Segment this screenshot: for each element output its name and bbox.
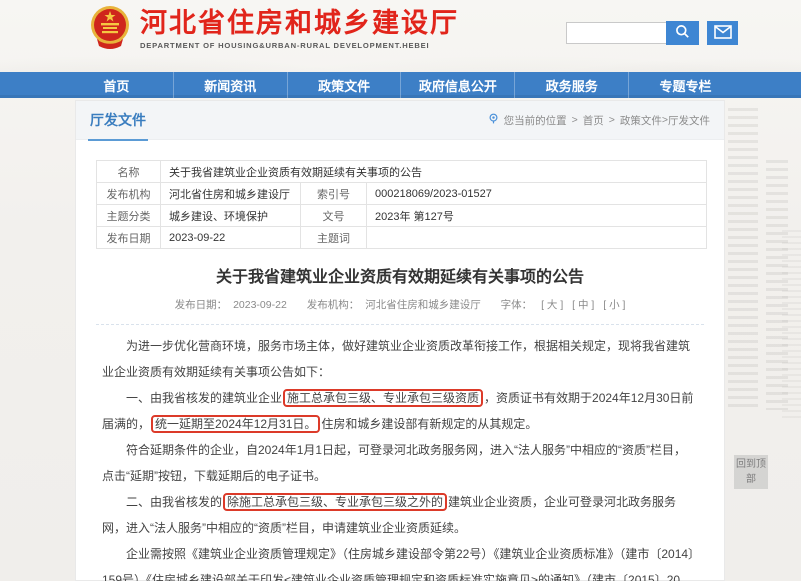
breadcrumb-location-label: 您当前的位置	[504, 113, 567, 128]
site-subtitle: DEPARTMENT OF HOUSING&URBAN-RURAL DEVELO…	[140, 41, 459, 50]
site-header: 河北省住房和城乡建设厅 DEPARTMENT OF HOUSING&URBAN-…	[0, 0, 801, 72]
main-nav: 首页 新闻资讯 政策文件 政府信息公开 政务服务 专题专栏	[0, 72, 801, 98]
doc-number-label: 文号	[301, 205, 367, 227]
red-highlight-box: 除施工总承包三级、专业承包三级之外的	[223, 493, 447, 511]
article-paragraph: 二、由我省核发的除施工总承包三级、专业承包三级之外的建筑业企业资质，企业可登录河…	[102, 489, 698, 541]
doc-index-label: 索引号	[301, 183, 367, 205]
nav-item-news[interactable]: 新闻资讯	[173, 72, 287, 98]
doc-keyword-label: 主题词	[301, 227, 367, 249]
breadcrumb-section-link[interactable]: 政策文件	[620, 113, 662, 128]
search-input[interactable]	[566, 22, 666, 44]
table-row: 主题分类 城乡建设、环境保护 文号 2023年 第127号	[97, 205, 707, 227]
table-row: 发布日期 2023-09-22 主题词	[97, 227, 707, 249]
doc-category-label: 主题分类	[97, 205, 161, 227]
content-panel: 厅发文件 您当前的位置 > 首页 > 政策文件 > 厅发文件	[75, 100, 725, 581]
red-highlight-box: 施工总承包三级、专业承包三级资质	[283, 389, 483, 407]
paragraph-text: 为进一步优化营商环境，服务市场主体，做好建筑业企业资质改革衔接工作，根据相关规定…	[102, 339, 690, 379]
nav-item-topics[interactable]: 专题专栏	[628, 72, 742, 98]
search-icon	[675, 24, 690, 42]
site-title: 河北省住房和城乡建设厅	[140, 8, 459, 38]
national-emblem-logo[interactable]	[88, 3, 132, 51]
paragraph-text: 符合延期条件的企业，自2024年1月1日起，可登录河北政务服务网，进入“法人服务…	[102, 443, 686, 483]
tab-department-documents[interactable]: 厅发文件	[90, 110, 146, 130]
meta-publisher: 河北省住房和城乡建设厅	[365, 299, 481, 311]
document-meta-table: 名称 关于我省建筑业企业资质有效期延续有关事项的公告 发布机构 河北省住房和城乡…	[96, 160, 707, 249]
background-skyline-texture	[722, 100, 801, 482]
breadcrumb-bar: 厅发文件 您当前的位置 > 首页 > 政策文件 > 厅发文件	[76, 101, 724, 140]
article-paragraph: 企业需按照《建筑业企业资质管理规定》（住房城乡建设部令第22号）《建筑业企业资质…	[102, 541, 698, 581]
font-size-medium-button[interactable]: [ 中 ]	[572, 299, 594, 311]
meta-date: 2023-09-22	[233, 299, 287, 311]
font-size-large-button[interactable]: [ 大 ]	[541, 299, 563, 311]
breadcrumb-current[interactable]: 厅发文件	[668, 113, 710, 128]
breadcrumb-home-link[interactable]: 首页	[583, 113, 604, 128]
back-to-top-button[interactable]: 回到顶部	[734, 455, 768, 489]
doc-keyword-value	[367, 227, 707, 249]
article-paragraph: 一、由我省核发的建筑业企业施工总承包三级、专业承包三级资质，资质证书有效期于20…	[102, 385, 698, 437]
mail-button[interactable]	[707, 21, 738, 45]
nav-item-home[interactable]: 首页	[60, 72, 173, 98]
doc-name-label: 名称	[97, 161, 161, 183]
table-row: 名称 关于我省建筑业企业资质有效期延续有关事项的公告	[97, 161, 707, 183]
brand-block: 河北省住房和城乡建设厅 DEPARTMENT OF HOUSING&URBAN-…	[140, 8, 459, 50]
breadcrumb-separator: >	[609, 114, 615, 126]
article-body: 为进一步优化营商环境，服务市场主体，做好建筑业企业资质改革衔接工作，根据相关规定…	[102, 333, 698, 581]
search-button[interactable]	[666, 21, 699, 45]
article-paragraph: 为进一步优化营商环境，服务市场主体，做好建筑业企业资质改革衔接工作，根据相关规定…	[102, 333, 698, 385]
paragraph-text: 二、由我省核发的	[126, 495, 222, 509]
article-meta: 发布日期： 2023-09-22 发布机构： 河北省住房和城乡建设厅 字体： [ 大…	[76, 297, 724, 312]
paragraph-text: 住房和城乡建设部有新规定的从其规定。	[321, 417, 537, 431]
font-size-label: 字体：	[501, 299, 533, 311]
doc-name-value: 关于我省建筑业企业资质有效期延续有关事项的公告	[161, 161, 707, 183]
nav-item-gov-info[interactable]: 政府信息公开	[400, 72, 514, 98]
nav-item-services[interactable]: 政务服务	[514, 72, 628, 98]
doc-publisher-value: 河北省住房和城乡建设厅	[161, 183, 301, 205]
doc-publisher-label: 发布机构	[97, 183, 161, 205]
doc-index-value: 000218069/2023-01527	[367, 183, 707, 205]
breadcrumb-separator: >	[572, 114, 578, 126]
mail-icon	[714, 25, 732, 42]
article-title: 关于我省建筑业企业资质有效期延续有关事项的公告	[76, 263, 724, 287]
table-row: 发布机构 河北省住房和城乡建设厅 索引号 000218069/2023-0152…	[97, 183, 707, 205]
page: 河北省住房和城乡建设厅 DEPARTMENT OF HOUSING&URBAN-…	[0, 0, 801, 581]
breadcrumb: 您当前的位置 > 首页 > 政策文件 > 厅发文件	[488, 113, 710, 128]
location-pin-icon	[488, 113, 499, 127]
nav-item-policy[interactable]: 政策文件	[287, 72, 401, 98]
doc-category-value: 城乡建设、环境保护	[161, 205, 301, 227]
font-size-small-button[interactable]: [ 小 ]	[603, 299, 625, 311]
doc-date-value: 2023-09-22	[161, 227, 301, 249]
paragraph-text: 一、由我省核发的建筑业企业	[126, 391, 282, 405]
doc-date-label: 发布日期	[97, 227, 161, 249]
paragraph-text: 企业需按照《建筑业企业资质管理规定》（住房城乡建设部令第22号）《建筑业企业资质…	[102, 547, 694, 581]
meta-publisher-label: 发布机构：	[307, 299, 360, 311]
article-paragraph: 符合延期条件的企业，自2024年1月1日起，可登录河北政务服务网，进入“法人服务…	[102, 437, 698, 489]
dashed-divider	[96, 324, 704, 325]
search-area	[566, 21, 738, 45]
meta-date-label: 发布日期：	[175, 299, 228, 311]
red-highlight-box: 统一延期至2024年12月31日。	[151, 415, 320, 433]
doc-number-value: 2023年 第127号	[367, 205, 707, 227]
